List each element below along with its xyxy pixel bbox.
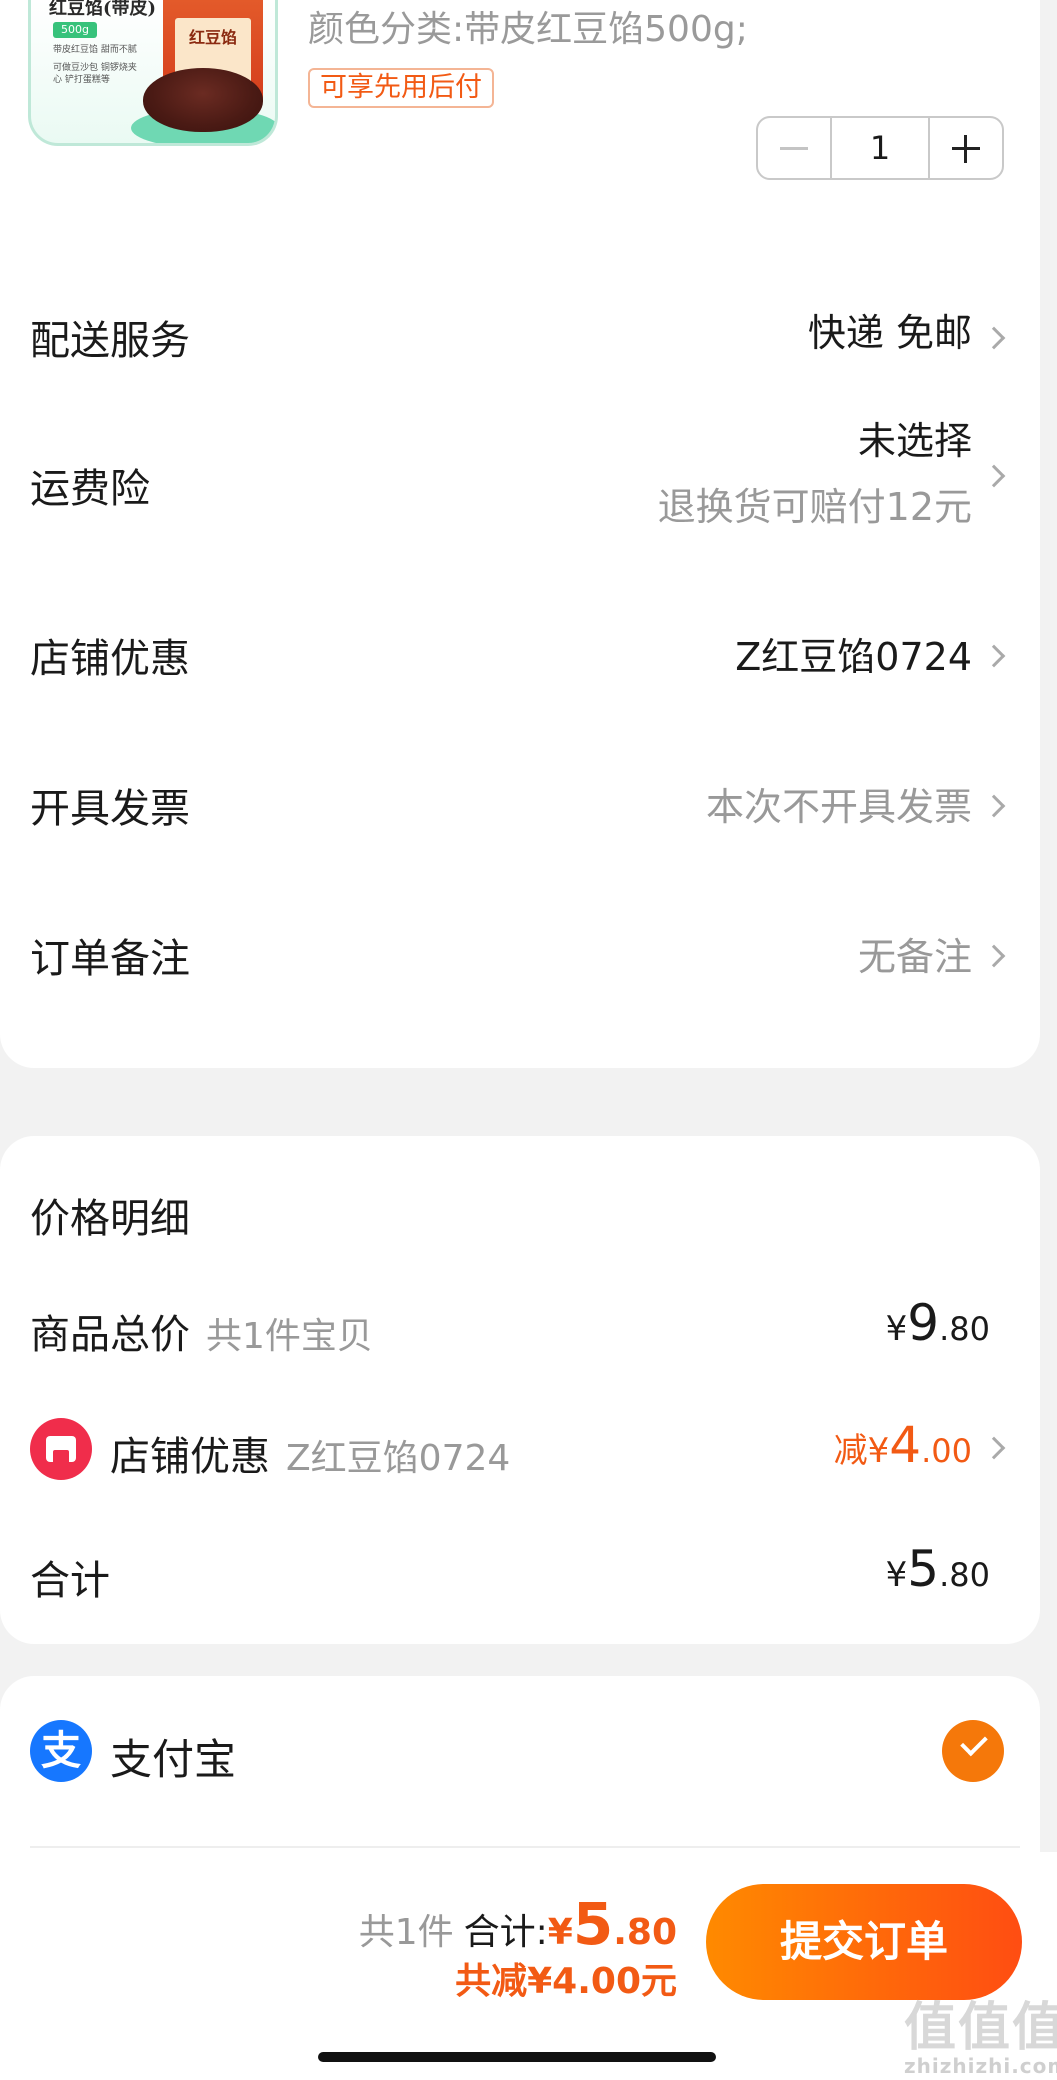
order-summary: 共1件 合计:¥5.80 xyxy=(359,1890,677,1958)
saved-amount: 共减¥4.00元 xyxy=(455,1961,677,2002)
goods-count-note: 共1件宝贝 xyxy=(206,1316,373,1357)
submit-order-button[interactable]: 提交订单 xyxy=(706,1884,1022,2000)
total-label: 合计: xyxy=(463,1912,548,1953)
watermark: 值值值 zhizhizhi.com xyxy=(904,1997,1057,2079)
thumbnail-bullet: 可做豆沙包 铜锣烧夹 xyxy=(53,63,137,73)
product-thumbnail[interactable]: 红豆馅(带皮) 500g 带皮红豆馅 甜而不腻 可做豆沙包 铜锣烧夹 心 铲打蛋… xyxy=(28,0,278,146)
minus-icon xyxy=(780,146,808,150)
plus-icon-stroke xyxy=(964,135,967,163)
chevron-right-icon xyxy=(982,464,1006,488)
selected-check-icon[interactable] xyxy=(942,1720,1004,1782)
delivery-label: 配送服务 xyxy=(30,318,190,364)
bag-title: 红豆馅 xyxy=(188,28,237,47)
increase-quantity-button[interactable] xyxy=(930,118,1002,178)
shipping-insurance-row[interactable]: 运费险 未选择 退换货可赔付12元 xyxy=(0,410,1040,570)
chevron-right-icon xyxy=(982,794,1006,818)
delivery-row[interactable]: 配送服务 快递 免邮 xyxy=(0,282,1040,392)
chevron-right-icon xyxy=(982,944,1006,968)
chevron-right-icon xyxy=(982,1436,1006,1460)
thumbnail-bullet: 带皮红豆馅 甜而不腻 xyxy=(53,45,137,55)
shop-discount-label: 店铺优惠 xyxy=(30,636,190,682)
thumbnail-bullet: 心 铲打蛋糕等 xyxy=(53,75,110,85)
red-bean-paste-image xyxy=(143,68,263,132)
order-confirm-page: 红豆馅(带皮) 500g 带皮红豆馅 甜而不腻 可做豆沙包 铜锣烧夹 心 铲打蛋… xyxy=(0,0,1057,2080)
order-card: 红豆馅(带皮) 500g 带皮红豆馅 甜而不腻 可做豆沙包 铜锣烧夹 心 铲打蛋… xyxy=(0,0,1040,1068)
decrease-quantity-button[interactable] xyxy=(758,118,830,178)
shipping-insurance-value: 未选择 xyxy=(857,419,972,463)
pay-later-badge: 可享先用后付 xyxy=(308,68,494,108)
goods-total-label-group: 商品总价 共1件宝贝 xyxy=(30,1302,373,1360)
watermark-url: zhizhizhi.com xyxy=(904,2054,1057,2078)
item-count: 共1件 xyxy=(358,1912,454,1953)
shop-discount-amount: 减¥4.00 xyxy=(834,1416,972,1474)
chevron-right-icon xyxy=(982,326,1006,350)
home-indicator[interactable] xyxy=(318,2052,716,2062)
amount-integer: 5 xyxy=(572,1890,614,1958)
shop-discount-value: Z红豆馅0724 xyxy=(735,635,972,679)
amount-integer: 4 xyxy=(889,1416,922,1474)
shipping-insurance-sub: 退换货可赔付12元 xyxy=(657,485,972,529)
goods-total-row: 商品总价 共1件宝贝 ¥9.80 xyxy=(0,1288,1040,1368)
amount-integer: 5 xyxy=(907,1540,940,1598)
discount-prefix: 减¥ xyxy=(833,1431,890,1471)
amount-decimal: .80 xyxy=(939,1310,990,1348)
alipay-icon: 支 xyxy=(30,1720,92,1782)
product-spec: 颜色分类:带皮红豆馅500g; xyxy=(308,9,748,50)
total-price: ¥5.80 xyxy=(547,1890,677,1958)
amount-decimal: .80 xyxy=(939,1556,990,1594)
amount-decimal: .00 xyxy=(921,1432,972,1470)
total-row: 合计 ¥5.80 xyxy=(0,1534,1040,1614)
remark-label: 订单备注 xyxy=(30,936,190,982)
invoice-value: 本次不开具发票 xyxy=(705,785,972,829)
amount-decimal: .80 xyxy=(613,1912,677,1953)
remark-value: 无备注 xyxy=(857,935,972,979)
payment-method-label[interactable]: 支付宝 xyxy=(110,1726,236,1787)
currency-symbol: ¥ xyxy=(885,1555,908,1595)
shop-discount-code: Z红豆馅0724 xyxy=(286,1438,511,1479)
chevron-right-icon xyxy=(982,644,1006,668)
goods-total-label: 商品总价 xyxy=(30,1312,190,1358)
remark-row[interactable]: 订单备注 无备注 xyxy=(0,900,1040,1010)
delivery-value: 快递 免邮 xyxy=(807,311,972,355)
bottom-bar: 共1件 合计:¥5.80 共减¥4.00元 提交订单 值值值 zhizhizhi.… xyxy=(0,1852,1057,2080)
currency-symbol: ¥ xyxy=(885,1309,908,1349)
total-label: 合计 xyxy=(30,1558,110,1604)
watermark-logo: 值值值 xyxy=(904,1997,1057,2058)
divider xyxy=(30,1846,1020,1848)
quantity-stepper: 1 xyxy=(756,116,1004,180)
shop-discount-row[interactable]: 店铺优惠 Z红豆馅0724 xyxy=(0,600,1040,710)
price-detail-card: 价格明细 商品总价 共1件宝贝 ¥9.80 店铺优惠 Z红豆馅0724 减¥4.00… xyxy=(0,1136,1040,1644)
shop-discount-label-group: 店铺优惠 Z红豆馅0724 xyxy=(110,1424,510,1482)
goods-total-amount: ¥9.80 xyxy=(886,1294,990,1352)
currency-symbol: ¥ xyxy=(547,1912,573,1953)
shop-icon xyxy=(30,1418,92,1480)
price-detail-title: 价格明细 xyxy=(30,1196,190,1242)
shipping-insurance-label: 运费险 xyxy=(30,466,150,512)
amount-integer: 9 xyxy=(907,1294,940,1352)
total-amount: ¥5.80 xyxy=(886,1540,990,1598)
quantity-value[interactable]: 1 xyxy=(830,118,930,178)
invoice-row[interactable]: 开具发票 本次不开具发票 xyxy=(0,750,1040,860)
price-shop-discount-label: 店铺优惠 xyxy=(110,1434,270,1480)
thumbnail-weight-tag: 500g xyxy=(53,22,97,38)
invoice-label: 开具发票 xyxy=(30,786,190,832)
price-shop-discount-row[interactable]: 店铺优惠 Z红豆馅0724 减¥4.00 xyxy=(0,1410,1040,1490)
thumbnail-title: 红豆馅(带皮) xyxy=(49,0,157,19)
